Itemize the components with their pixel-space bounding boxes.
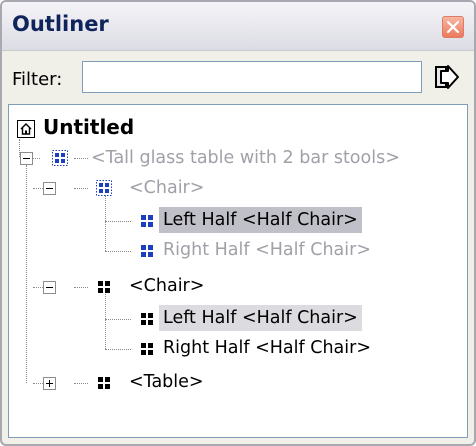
tree-guide [26, 165, 27, 383]
component-icon [96, 375, 112, 391]
expand-icon[interactable] [43, 377, 56, 390]
export-button[interactable] [430, 61, 462, 93]
outliner-tree[interactable]: Untitled <Tall glass table with 2 bar st… [8, 104, 468, 438]
collapse-icon[interactable] [20, 152, 33, 165]
group-icon [52, 150, 68, 166]
tree-guide [105, 294, 106, 349]
close-button[interactable] [442, 16, 464, 38]
component-icon [139, 213, 155, 229]
filter-label: Filter: [12, 69, 63, 90]
tree-guide [105, 195, 106, 251]
tree-node-label[interactable]: Right Half <Half Chair> [159, 335, 375, 361]
tree-guide [105, 319, 131, 320]
collapse-icon[interactable] [43, 281, 56, 294]
tree-node-label[interactable]: Left Half <Half Chair> [159, 207, 362, 233]
tree-node-label[interactable]: <Tall glass table with 2 bar stools> [87, 145, 404, 171]
close-icon [447, 21, 459, 33]
tree-guide [74, 158, 88, 159]
tree-guide [105, 349, 131, 350]
tree-node-label[interactable]: <Table> [125, 369, 208, 395]
tree-guide [74, 383, 88, 384]
root-model-label[interactable]: Untitled [43, 115, 134, 139]
tree-guide [105, 221, 131, 222]
collapse-icon[interactable] [43, 182, 56, 195]
house-icon [17, 120, 35, 138]
component-icon [139, 311, 155, 327]
filter-row: Filter: [2, 52, 474, 104]
filter-input[interactable] [82, 61, 422, 93]
tree-guide [74, 287, 88, 288]
tree-node-label[interactable]: Right Half <Half Chair> [159, 237, 375, 263]
tree-node-label[interactable]: <Chair> [125, 175, 208, 201]
component-icon [96, 279, 112, 295]
tree-node-label[interactable]: <Chair> [125, 273, 208, 299]
component-icon [139, 341, 155, 357]
tree-guide [105, 251, 131, 252]
tree-node-label[interactable]: Left Half <Half Chair> [159, 305, 362, 331]
export-arrow-icon [435, 65, 459, 89]
panel-title: Outliner [12, 12, 109, 36]
outliner-window: Outliner Filter: Untitled <Tall glass ta… [0, 0, 476, 446]
group-icon [96, 180, 112, 196]
title-bar[interactable]: Outliner [2, 2, 474, 51]
tree-guide [74, 188, 88, 189]
component-icon [139, 243, 155, 259]
